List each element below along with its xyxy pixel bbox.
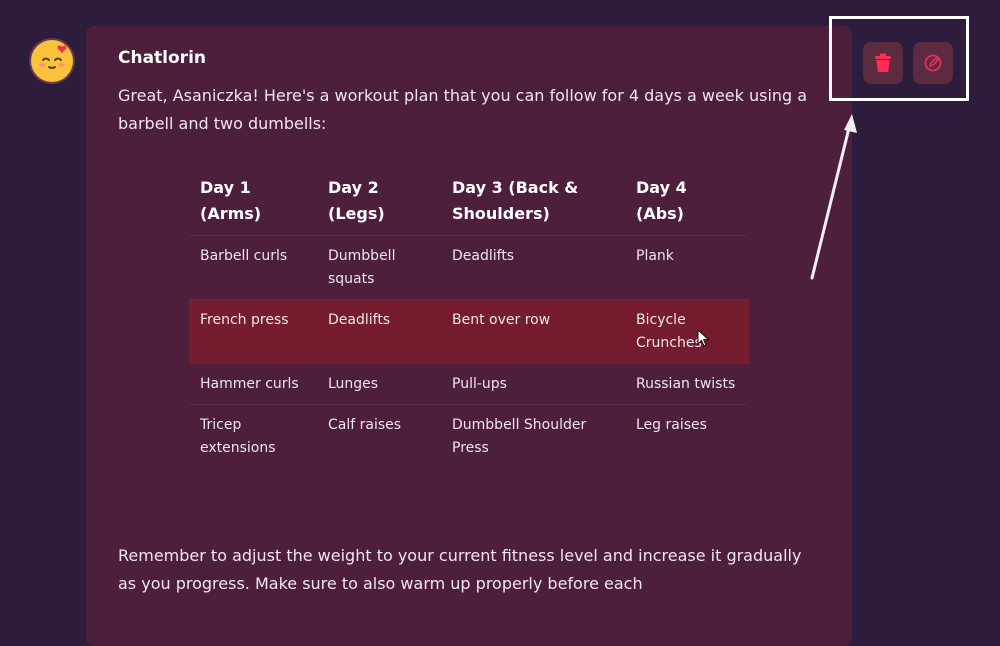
table-cell: Pull-ups (441, 363, 625, 405)
table-cell: Calf raises (317, 404, 441, 468)
table-cell: Hammer curls (189, 363, 317, 405)
header-day-3: Day 3 (Back & Shoulders) (452, 178, 579, 223)
table-row-highlighted: French press Deadlifts Bent over row Bic… (189, 299, 749, 364)
header-day-4: Day 4 (Abs) (636, 178, 687, 223)
message-outro: Remember to adjust the weight to your cu… (118, 546, 802, 593)
table-cell: Lunges (317, 363, 441, 405)
table-cell: Dumbbell squats (317, 235, 441, 300)
table-row: Hammer curls Lunges Pull-ups Russian twi… (189, 363, 749, 405)
table-row: Barbell curls Dumbbell squats Deadlifts … (189, 235, 749, 300)
table-header-row: Day 1 (Arms) Day 2 (Legs) Day 3 (Back & … (189, 169, 749, 236)
header-day-1: Day 1 (Arms) (200, 178, 262, 223)
sender-name: Chatlorin (118, 48, 206, 68)
chat-message-card: Chatlorin Great, Asaniczka! Here's a wor… (86, 26, 852, 646)
trash-icon (875, 53, 891, 72)
table-cell: Barbell curls (189, 235, 317, 300)
table-cell: Deadlifts (441, 235, 625, 300)
table-cell: Plank (625, 235, 749, 300)
edit-message-button[interactable] (913, 42, 953, 84)
table-cell: Bent over row (441, 299, 625, 364)
workout-table: Day 1 (Arms) Day 2 (Legs) Day 3 (Back & … (189, 169, 749, 468)
table-cell: French press (189, 299, 317, 364)
table-row: Tricep extensions Calf raises Dumbbell S… (189, 404, 749, 468)
smiling-face-with-heart-icon (33, 42, 71, 80)
table-cell: Leg raises (625, 404, 749, 468)
message-intro: Great, Asaniczka! Here's a workout plan … (118, 86, 808, 133)
mouse-cursor-icon (697, 329, 710, 347)
edit-pencil-icon (924, 54, 942, 72)
table-cell: Russian twists (625, 363, 749, 405)
bot-avatar (31, 40, 73, 82)
table-cell: Tricep extensions (189, 404, 317, 468)
table-cell: Deadlifts (317, 299, 441, 364)
header-day-2: Day 2 (Legs) (328, 178, 385, 223)
table-cell: Dumbbell Shoulder Press (441, 404, 625, 468)
delete-message-button[interactable] (863, 42, 903, 84)
table-cell: Bicycle Crunches (625, 299, 749, 364)
